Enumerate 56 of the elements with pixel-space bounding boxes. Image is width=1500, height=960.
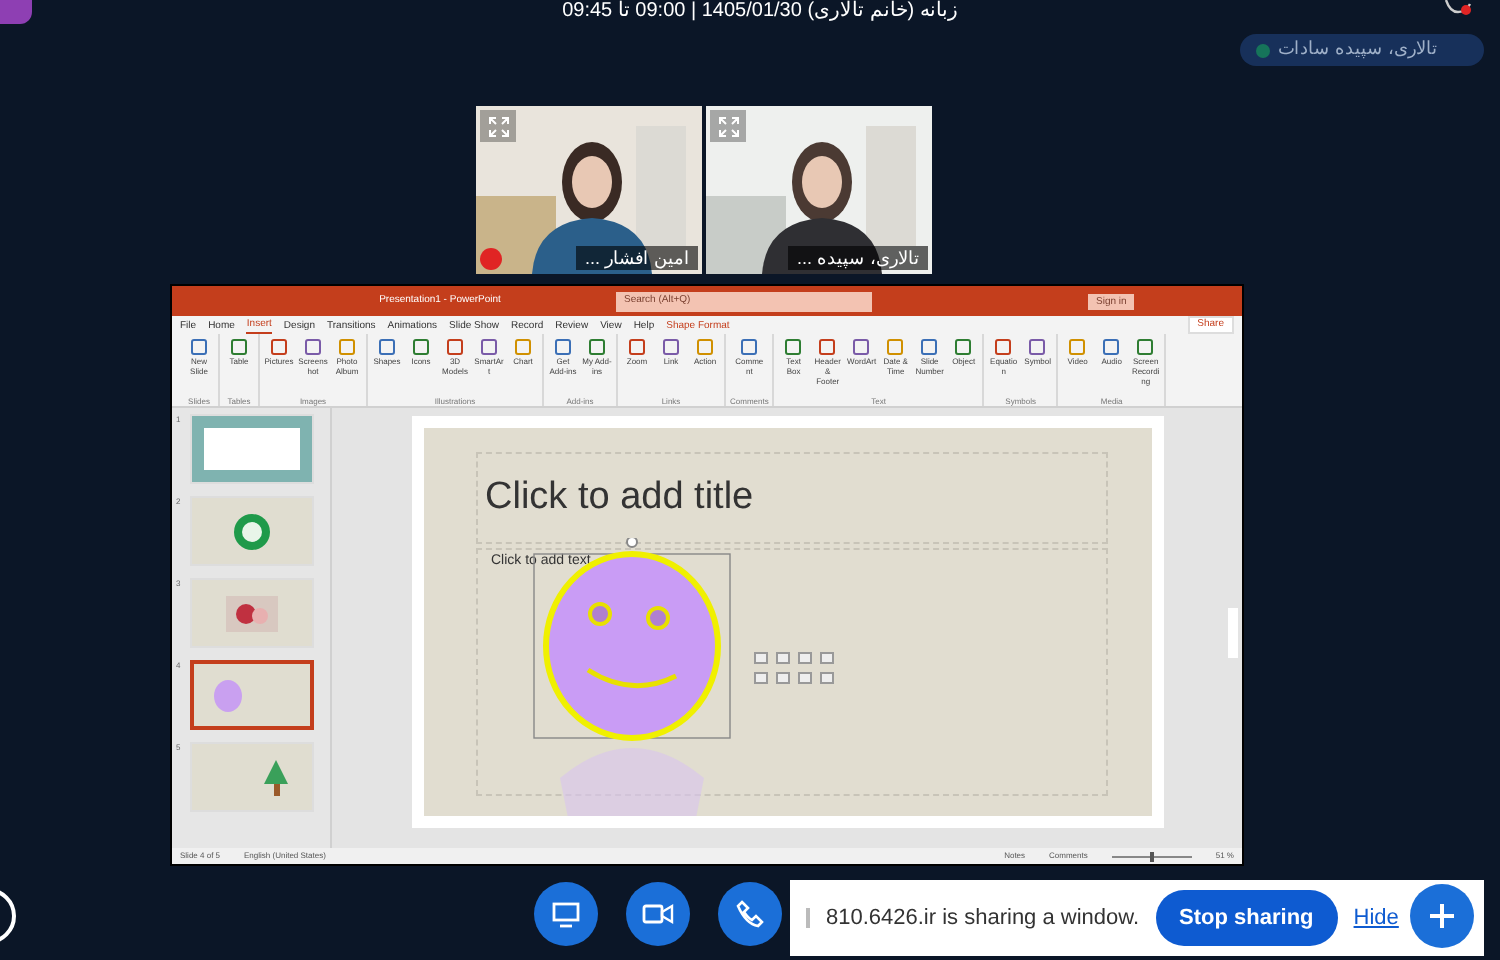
phone-icon [734, 898, 766, 930]
square-icon [588, 338, 606, 356]
participant-name: تالاری، سپیده ... [788, 246, 928, 270]
square-icon [1102, 338, 1121, 356]
screen-share-icon [550, 898, 582, 930]
square-icon [270, 338, 288, 356]
app-logo[interactable] [0, 0, 32, 24]
placeholder-text: Click to add title [485, 473, 754, 522]
square-icon [818, 338, 837, 356]
square-icon [480, 338, 498, 356]
square-icon [412, 338, 430, 356]
square-icon [378, 338, 396, 356]
square-icon [230, 338, 248, 356]
square-icon [994, 338, 1013, 356]
thumbnail-drawing [264, 759, 288, 795]
square-icon [1136, 338, 1155, 356]
zoom-slider-thumb[interactable] [1149, 851, 1154, 861]
presenter-name: تالاری، سپیده سادات [1278, 36, 1439, 63]
video-camera-icon [642, 898, 674, 930]
hide-link[interactable]: Hide [1353, 901, 1399, 935]
square-icon [1028, 338, 1047, 356]
square-icon [1068, 338, 1087, 356]
plus-icon [1428, 902, 1456, 930]
square-icon [190, 338, 208, 356]
square-icon [304, 338, 322, 356]
title-placeholder[interactable]: Click to add title [475, 452, 1107, 544]
scrollbar-thumb[interactable] [1228, 608, 1238, 658]
square-icon [628, 338, 646, 356]
participant-name: امین افشار ... [576, 246, 698, 270]
camera-button[interactable] [626, 882, 690, 946]
square-icon [954, 338, 973, 356]
thumbnail-drawing [192, 416, 312, 482]
meeting-title: زبانه (خانم تالاری) 1405/01/30 | 09:00 تا 09:45 [560, 0, 960, 24]
square-icon [696, 338, 714, 356]
thumbnail-drawing [214, 679, 242, 711]
notification-icon[interactable] [1444, 0, 1472, 16]
square-icon [554, 338, 572, 356]
square-icon [920, 338, 939, 356]
thumbnail-drawing [232, 511, 272, 551]
square-icon [740, 338, 759, 356]
square-icon [852, 338, 871, 356]
square-icon [662, 338, 680, 356]
slide-thumbnail[interactable] [190, 660, 314, 730]
square-icon [886, 338, 905, 356]
square-icon [338, 338, 356, 356]
square-icon [514, 338, 532, 356]
drag-handle[interactable] [806, 908, 810, 928]
screen-share-button[interactable] [534, 882, 598, 946]
square-icon [784, 338, 803, 356]
expand-icon[interactable] [710, 110, 746, 142]
thumbnail-drawing [226, 595, 278, 631]
expand-icon[interactable] [480, 110, 516, 142]
phone-button[interactable] [718, 882, 782, 946]
share-message: 810.6426.ir is sharing a window. [826, 903, 1140, 934]
stop-sharing-button[interactable]: Stop sharing [1155, 890, 1338, 946]
square-icon [446, 338, 464, 356]
